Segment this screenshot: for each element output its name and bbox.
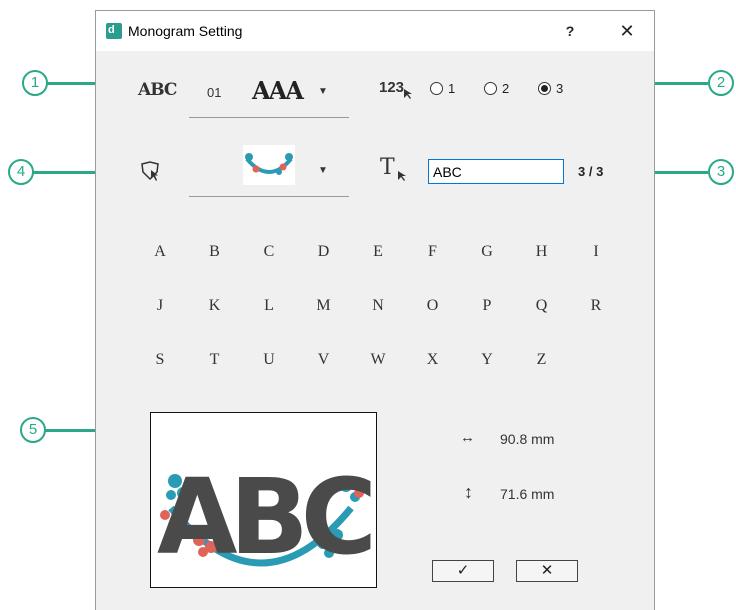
font-style-icon: ABC bbox=[138, 80, 177, 100]
letter-key-z[interactable]: Z bbox=[530, 351, 554, 369]
letter-key-e[interactable]: E bbox=[366, 243, 390, 261]
ok-button[interactable]: ✓ bbox=[432, 560, 494, 582]
close-button[interactable]: ✕ bbox=[616, 20, 638, 42]
callout-3: 3 bbox=[708, 159, 734, 185]
monogram-preview: ABC bbox=[150, 412, 379, 588]
frame-shape-icon bbox=[141, 161, 159, 181]
radio-dot-checked[interactable] bbox=[538, 81, 551, 95]
font-dropdown-chevron-icon[interactable]: ▼ bbox=[318, 86, 328, 97]
letter-key-v[interactable]: V bbox=[312, 351, 336, 369]
radio-lines-1[interactable]: 1 bbox=[430, 80, 455, 96]
letter-key-f[interactable]: F bbox=[421, 243, 445, 261]
radio-label: 2 bbox=[502, 80, 510, 96]
width-arrow-icon: ↔ bbox=[460, 429, 475, 446]
title-bar: d Monogram Setting ? ✕ bbox=[96, 11, 654, 51]
letter-key-s[interactable]: S bbox=[148, 351, 172, 369]
letter-key-h[interactable]: H bbox=[530, 243, 554, 261]
letter-key-y[interactable]: Y bbox=[475, 351, 499, 369]
line-count-icon: 123 bbox=[379, 79, 405, 96]
letter-key-i[interactable]: I bbox=[584, 243, 608, 261]
window-title: Monogram Setting bbox=[128, 23, 243, 39]
text-edit-icon: T bbox=[380, 155, 395, 180]
frame-dropdown-chevron-icon[interactable]: ▼ bbox=[318, 165, 328, 176]
letter-key-k[interactable]: K bbox=[203, 297, 227, 315]
font-number: 01 bbox=[207, 85, 222, 100]
letter-key-q[interactable]: Q bbox=[530, 297, 554, 315]
letter-key-x[interactable]: X bbox=[421, 351, 445, 369]
radio-label: 1 bbox=[448, 80, 456, 96]
letter-key-n[interactable]: N bbox=[366, 297, 390, 315]
letter-key-b[interactable]: B bbox=[203, 243, 227, 261]
monogram-text: ABC bbox=[157, 456, 371, 578]
letter-key-w[interactable]: W bbox=[366, 351, 390, 369]
letter-key-r[interactable]: R bbox=[584, 297, 608, 315]
radio-lines-3[interactable]: 3 bbox=[538, 80, 563, 96]
font-dropdown-underline bbox=[189, 117, 349, 118]
pointer-icon bbox=[404, 89, 412, 99]
letter-key-u[interactable]: U bbox=[257, 351, 281, 369]
letter-key-m[interactable]: M bbox=[312, 297, 336, 315]
app-icon: d bbox=[106, 23, 122, 39]
help-button[interactable]: ? bbox=[560, 21, 580, 41]
pointer-icon bbox=[398, 171, 406, 181]
cancel-button[interactable]: ✕ bbox=[516, 560, 578, 582]
radio-lines-2[interactable]: 2 bbox=[484, 80, 509, 96]
height-value: 71.6 mm bbox=[500, 486, 555, 502]
radio-label: 3 bbox=[556, 80, 564, 96]
character-count: 3 / 3 bbox=[578, 164, 604, 179]
callout-2: 2 bbox=[708, 70, 734, 96]
letter-key-j[interactable]: J bbox=[148, 297, 172, 315]
frame-preview bbox=[243, 145, 295, 185]
letter-key-a[interactable]: A bbox=[148, 243, 172, 261]
font-preview: AAA bbox=[252, 76, 304, 105]
letter-key-d[interactable]: D bbox=[312, 243, 336, 261]
letter-key-c[interactable]: C bbox=[257, 243, 281, 261]
callout-5: 5 bbox=[20, 417, 46, 443]
width-value: 90.8 mm bbox=[500, 431, 555, 447]
height-arrow-icon: ↕ bbox=[464, 482, 473, 502]
monogram-text-input[interactable] bbox=[428, 159, 564, 184]
radio-dot[interactable] bbox=[484, 81, 497, 95]
letter-key-l[interactable]: L bbox=[257, 297, 281, 315]
letter-key-t[interactable]: T bbox=[203, 351, 227, 369]
letter-key-o[interactable]: O bbox=[421, 297, 445, 315]
letter-key-p[interactable]: P bbox=[475, 297, 499, 315]
radio-dot[interactable] bbox=[430, 81, 443, 95]
frame-dropdown-underline bbox=[189, 196, 349, 197]
callout-1: 1 bbox=[22, 70, 48, 96]
callout-4: 4 bbox=[8, 159, 34, 185]
letter-key-g[interactable]: G bbox=[475, 243, 499, 261]
